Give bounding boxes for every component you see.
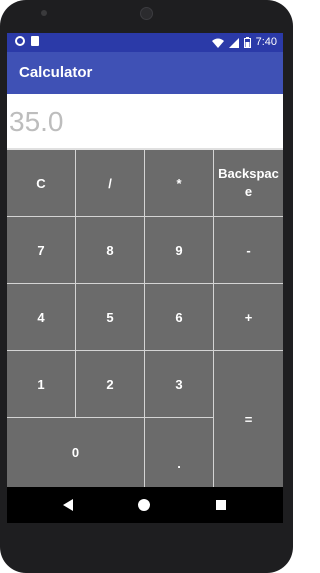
seven-button[interactable]: 7 [7,217,76,284]
keypad: C / * Backspace 7 8 9 - 4 5 6 + 1 2 3 = … [7,150,283,487]
app-bar: Calculator [7,52,283,94]
signal-icon [228,37,239,48]
screen: 7:40 Calculator C / * Backspace 7 8 9 - … [7,33,283,523]
three-button[interactable]: 3 [145,351,214,418]
multiply-button[interactable]: * [145,150,214,217]
result-field[interactable] [9,106,277,138]
battery-icon [243,37,251,48]
sd-card-icon [31,36,39,46]
six-button[interactable]: 6 [145,284,214,351]
front-camera [140,7,153,20]
notification-circle-icon [15,36,25,46]
one-button[interactable]: 1 [7,351,76,418]
decimal-button[interactable]: . [145,418,214,487]
zero-button[interactable]: 0 [7,418,145,487]
plus-button[interactable]: + [214,284,283,351]
app-title: Calculator [19,64,93,81]
status-time: 7:40 [255,36,277,48]
eight-button[interactable]: 8 [76,217,145,284]
recents-icon[interactable] [216,500,226,510]
equals-button[interactable]: = [214,351,283,487]
back-icon[interactable] [63,499,73,511]
nine-button[interactable]: 9 [145,217,214,284]
four-button[interactable]: 4 [7,284,76,351]
home-icon[interactable] [138,499,150,511]
five-button[interactable]: 5 [76,284,145,351]
wifi-icon [211,38,224,48]
navigation-bar [7,487,283,523]
two-button[interactable]: 2 [76,351,145,418]
divide-button[interactable]: / [76,150,145,217]
result-display [7,94,283,150]
backspace-button[interactable]: Backspace [214,150,283,217]
minus-button[interactable]: - [214,217,283,284]
clear-button[interactable]: C [7,150,76,217]
phone-frame: 7:40 Calculator C / * Backspace 7 8 9 - … [0,0,293,573]
sensor-dot [41,10,47,16]
status-bar: 7:40 [7,33,283,52]
